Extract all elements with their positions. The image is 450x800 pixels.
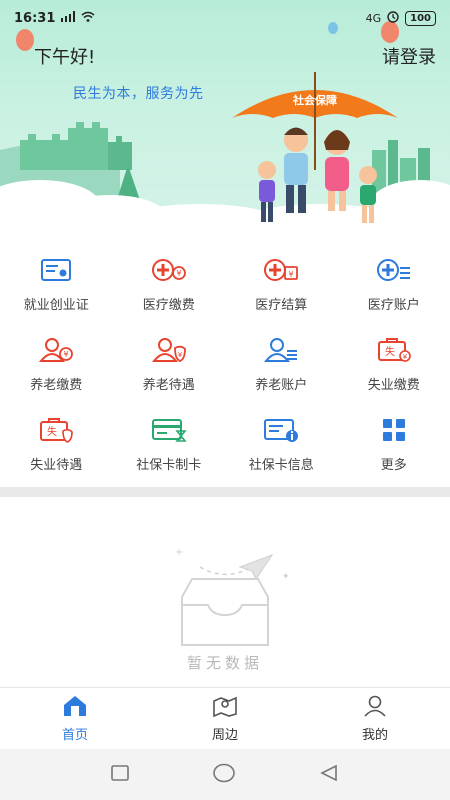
- menu-item-label: 社保卡制卡: [136, 458, 202, 473]
- menu-item-label: 医疗结算: [255, 298, 308, 313]
- menu-item-employment-card[interactable]: 就业创业证: [0, 242, 113, 322]
- status-time: 16:31: [14, 10, 56, 26]
- more-grid-icon: [376, 416, 412, 444]
- section-divider: [0, 487, 450, 497]
- menu-item-pension-account[interactable]: 养老账户: [225, 322, 338, 402]
- back-triangle-icon[interactable]: [319, 764, 339, 786]
- unemployment-benefit-icon: 失: [38, 416, 74, 444]
- menu-item-unemployment-payment[interactable]: 失 ¥ 失业缴费: [338, 322, 450, 402]
- medical-payment-icon: ¥: [151, 256, 187, 284]
- svg-text:¥: ¥: [176, 269, 181, 278]
- menu-item-medical-settlement[interactable]: ¥ 医疗结算: [225, 242, 338, 322]
- map-pin-icon: [212, 695, 238, 721]
- system-navigation-bar: [0, 749, 450, 800]
- menu-item-card-info[interactable]: 社保卡信息: [225, 402, 338, 482]
- status-bar: 16:31 4G 100: [0, 0, 450, 36]
- pension-payment-icon: ¥: [38, 336, 74, 364]
- pension-benefit-icon: ¥: [151, 336, 187, 364]
- svg-text:✦: ✦: [282, 572, 290, 582]
- pension-account-icon: [263, 336, 299, 364]
- login-link[interactable]: 请登录: [382, 43, 436, 69]
- svg-text:¥: ¥: [64, 350, 69, 359]
- nav-home[interactable]: 首页: [0, 688, 150, 749]
- menu-item-more[interactable]: 更多: [338, 402, 450, 482]
- svg-text:¥: ¥: [403, 353, 408, 361]
- menu-item-label: 社保卡信息: [248, 458, 314, 473]
- nav-label: 周边: [211, 727, 238, 743]
- empty-state-text: 暂无数据: [186, 654, 263, 672]
- empty-state: + ✦ 暂无数据: [0, 497, 450, 687]
- slogan-text: 民生为本，服务为先: [73, 86, 204, 102]
- nav-label: 我的: [361, 727, 388, 743]
- employment-card-icon: [38, 256, 74, 284]
- signal-icon: [61, 10, 76, 26]
- menu-item-medical-account[interactable]: 医疗账户: [338, 242, 450, 322]
- medical-settlement-icon: ¥: [263, 256, 299, 284]
- nav-mine[interactable]: 我的: [300, 688, 450, 749]
- svg-text:+: +: [175, 547, 183, 558]
- svg-text:¥: ¥: [289, 270, 294, 279]
- user-icon: [362, 695, 388, 721]
- medical-account-icon: [376, 256, 412, 284]
- menu-item-unemployment-benefit[interactable]: 失 失业待遇: [0, 402, 113, 482]
- home-circle-icon[interactable]: [212, 763, 236, 787]
- card-info-icon: [263, 416, 299, 444]
- svg-text:失: 失: [47, 425, 57, 438]
- nav-nearby[interactable]: 周边: [150, 688, 300, 749]
- menu-item-label: 失业缴费: [367, 378, 420, 393]
- home-icon: [62, 695, 88, 721]
- nav-label: 首页: [61, 727, 88, 743]
- unemployment-payment-icon: 失 ¥: [376, 336, 412, 364]
- menu-item-label: 就业创业证: [23, 298, 89, 313]
- menu-item-label: 养老缴费: [30, 378, 83, 393]
- menu-item-label: 医疗账户: [367, 298, 420, 313]
- umbrella-text: 社会保障: [292, 93, 337, 107]
- greeting-text: 下午好!: [34, 47, 96, 68]
- menu-item-label: 失业待遇: [30, 458, 83, 473]
- wifi-icon: [81, 11, 95, 26]
- menu-item-pension-payment[interactable]: ¥ 养老缴费: [0, 322, 113, 402]
- menu-item-pension-benefit[interactable]: ¥ 养老待遇: [113, 322, 226, 402]
- menu-item-label: 医疗缴费: [142, 298, 195, 313]
- network-label: 4G: [365, 11, 382, 25]
- alarm-icon: [387, 10, 399, 26]
- service-menu-grid: 就业创业证 ¥ 医疗缴费 ¥ 医疗结算 医疗账户 ¥ 养老缴费 ¥ 养老待遇 养…: [0, 242, 450, 487]
- svg-text:¥: ¥: [178, 351, 183, 359]
- empty-inbox-illustration: + ✦: [175, 547, 290, 646]
- battery-indicator: 100: [405, 10, 436, 26]
- bottom-navigation: 首页 周边 我的: [0, 687, 450, 749]
- menu-item-card-making[interactable]: 社保卡制卡: [113, 402, 226, 482]
- menu-item-medical-payment[interactable]: ¥ 医疗缴费: [113, 242, 226, 322]
- recent-apps-icon[interactable]: [111, 764, 130, 785]
- menu-item-label: 更多: [380, 458, 407, 473]
- menu-item-label: 养老账户: [255, 378, 308, 393]
- card-making-icon: [151, 416, 187, 444]
- menu-item-label: 养老待遇: [142, 378, 195, 393]
- svg-text:失: 失: [385, 345, 395, 358]
